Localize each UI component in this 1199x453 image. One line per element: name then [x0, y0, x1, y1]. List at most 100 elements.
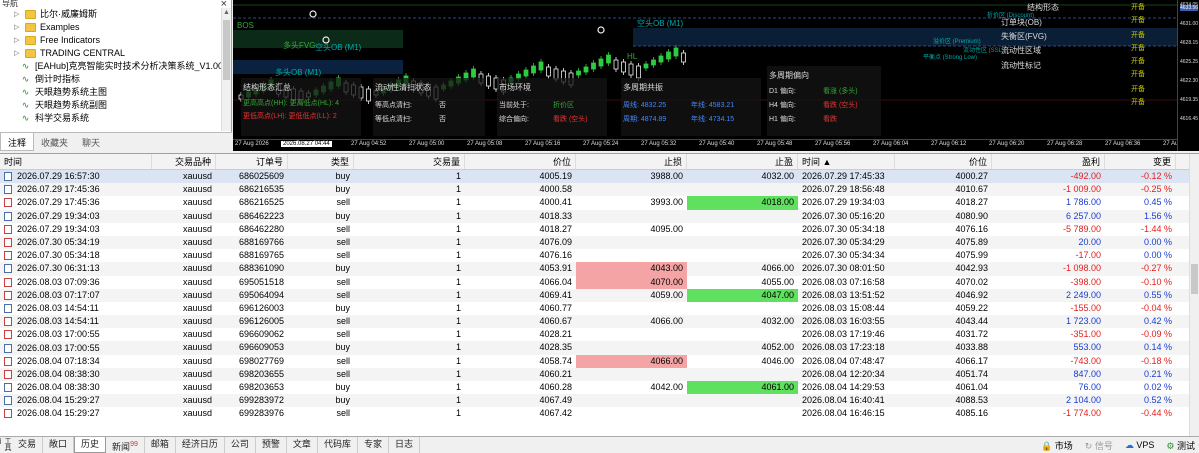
cell-type: sell	[336, 223, 350, 234]
label-premium: 溢价区 (Premium)	[933, 39, 981, 45]
toolbox-tab[interactable]: 预警	[256, 437, 287, 453]
cell-sl	[576, 302, 687, 315]
toolbox-tab[interactable]: 邮箱	[145, 437, 176, 453]
column-header[interactable]: 价位	[465, 154, 576, 169]
toolbox-tab[interactable]: 公司	[225, 437, 256, 453]
cell-time: 2026.08.03 07:09:36	[0, 276, 152, 289]
toolbox-tab[interactable]: 专家	[358, 437, 389, 453]
cell-tp: 4061.00	[687, 381, 798, 395]
column-header[interactable]: 盈利	[992, 154, 1105, 169]
nav-item-label: [EAHub]克亮智能实时技术分析决策系统_V1.00	[35, 61, 224, 71]
cell-ticket: 696126003	[238, 302, 284, 313]
toolbox-tab[interactable]: 敞口	[43, 437, 75, 453]
navigator-tabs: 注释 收藏夹 聊天	[0, 132, 232, 151]
scroll-up-icon[interactable]: ▲	[222, 8, 231, 18]
cell-price: 4060.28	[539, 382, 572, 392]
cell-change: -0.04 %	[1140, 302, 1172, 313]
expand-icon[interactable]: ▷	[14, 47, 22, 60]
toolbox-tab[interactable]: 日志	[389, 437, 420, 453]
nav-folder[interactable]: ▷ Free Indicators	[0, 34, 231, 47]
toolbox-tab[interactable]: 交易	[12, 437, 44, 453]
table-row[interactable]: 2026.08.04 15:29:27 xauusd 699283972 buy 1 40…	[0, 394, 1199, 408]
table-row[interactable]: 2026.08.04 08:38:30 xauusd 698203655 sell 1 4…	[0, 367, 1199, 381]
cell-price: 4005.19	[539, 171, 572, 181]
column-header[interactable]: 止盈	[687, 154, 798, 169]
table-row[interactable]: 2026.08.03 17:00:55 xauusd 696609053 buy 1 40…	[0, 341, 1199, 355]
toolbox-tab[interactable]: 经济日历	[176, 437, 225, 453]
column-header[interactable]: 止损	[576, 154, 687, 169]
cell-change: 0.21 %	[1143, 368, 1172, 379]
table-row[interactable]: 2026.07.30 05:34:18 xauusd 688169765 sell 1 4…	[0, 249, 1199, 262]
nav-indicator[interactable]: ∿ [EAHub]克亮智能实时技术分析决策系统_V1.00	[0, 60, 231, 73]
column-header[interactable]: 订单号	[216, 154, 288, 169]
cell-close-time: 2026.08.04 07:48:47	[802, 355, 885, 366]
open-label: 开备	[1131, 71, 1145, 78]
trade-icon	[4, 343, 12, 353]
table-row[interactable]: 2026.07.30 06:31:13 xauusd 688361090 buy 1 40…	[0, 262, 1199, 276]
toolbox-tab[interactable]: 文章	[287, 437, 318, 453]
cell-change: -0.10 %	[1140, 276, 1172, 287]
toolbox-tab[interactable]: 新闻99	[106, 437, 145, 453]
cell-price: 4067.49	[539, 395, 572, 406]
expand-icon[interactable]: ▷	[14, 21, 22, 34]
table-row[interactable]: 2026.08.03 17:00:55 xauusd 696609062 sell 1 4…	[0, 328, 1199, 341]
cell-sl	[576, 183, 687, 196]
cell-ticket: 695051518	[238, 276, 284, 287]
nav-folder[interactable]: ▷ Examples	[0, 21, 231, 34]
legend-liq-mark: 流动性标记	[1001, 61, 1041, 70]
vps-status[interactable]: ☁ VPS	[1125, 440, 1155, 451]
table-row[interactable]: 2026.07.29 19:34:03 xauusd 686462280 sell 1 4…	[0, 223, 1199, 236]
time-tick: 27 Aug 05:40	[699, 141, 735, 147]
column-header[interactable]: 交易量	[354, 154, 465, 169]
toolbox-tab[interactable]: 历史	[74, 437, 107, 453]
navigator-tab[interactable]: 注释	[0, 133, 35, 151]
nav-folder[interactable]: ▷ TRADING CENTRAL	[0, 47, 231, 60]
table-row[interactable]: 2026.08.04 15:29:27 xauusd 699283976 sell 1 4…	[0, 407, 1199, 420]
column-header[interactable]: 价位	[895, 154, 992, 169]
navigator-scrollbar[interactable]: ▲	[221, 8, 231, 131]
nav-indicator[interactable]: ∿ 倒计时指标	[0, 73, 231, 86]
cell-change: -0.09 %	[1140, 329, 1172, 340]
market-status[interactable]: 🔒 市场	[1041, 439, 1073, 452]
table-row[interactable]: 2026.07.29 17:45:36 xauusd 686216525 sell 1 4…	[0, 196, 1199, 210]
nav-indicator[interactable]: ∿ 天眼趋势系统副图	[0, 99, 231, 112]
expand-icon[interactable]: ▷	[14, 8, 22, 21]
liq-row-1-key: 等高点清扫:	[375, 102, 412, 109]
tester-status[interactable]: ⚙ 测试	[1166, 439, 1195, 452]
table-scrollbar[interactable]	[1189, 154, 1199, 437]
table-row[interactable]: 2026.07.29 16:57:30 xauusd 686025609 buy 1 40…	[0, 170, 1199, 184]
navigator-tab[interactable]: 聊天	[75, 133, 107, 151]
table-row[interactable]: 2026.08.04 08:38:30 xauusd 698203653 buy 1 40…	[0, 381, 1199, 395]
price-chart[interactable]: BOS 多头FVG 空头OB (M1) 多头OB (M1) 空头OB (M1) …	[233, 0, 1199, 151]
candle-body	[673, 47, 679, 57]
table-row[interactable]: 2026.08.03 07:17:07 xauusd 695064094 sell 1 4…	[0, 288, 1199, 302]
nav-indicator[interactable]: ∿ 科学交易系统	[0, 112, 231, 125]
cell-time-text: 2026.07.29 19:34:03	[17, 210, 100, 221]
cell-change: 0.55 %	[1143, 289, 1172, 300]
expand-icon[interactable]: ▷	[14, 34, 22, 47]
column-header[interactable]: 变更	[1105, 154, 1176, 169]
table-row[interactable]: 2026.08.03 14:54:11 xauusd 696126005 sell 1 4…	[0, 315, 1199, 329]
table-row[interactable]: 2026.08.04 07:18:34 xauusd 698027769 sell 1 4…	[0, 354, 1199, 368]
navigator-tab[interactable]: 收藏夹	[34, 133, 75, 151]
signal-status[interactable]: ↻ 信号	[1085, 439, 1113, 452]
column-header[interactable]: 类型	[288, 154, 354, 169]
cell-close-price: 4042.93	[955, 263, 988, 274]
nav-indicator[interactable]: ∿ 天眼趋势系统主图	[0, 86, 231, 99]
table-row[interactable]: 2026.07.29 19:34:03 xauusd 686462223 buy 1 40…	[0, 209, 1199, 223]
table-row[interactable]: 2026.07.29 17:45:36 xauusd 686216535 buy 1 40…	[0, 183, 1199, 197]
scroll-thumb[interactable]	[223, 20, 230, 80]
table-row[interactable]: 2026.08.03 07:09:36 xauusd 695051518 sell 1 4…	[0, 275, 1199, 289]
cell-sl: 4043.00	[576, 262, 687, 276]
table-row[interactable]: 2026.08.03 14:54:11 xauusd 696126003 buy 1 40…	[0, 302, 1199, 315]
toolbox-tab[interactable]: 代码库	[318, 437, 358, 453]
table-row[interactable]: 2026.07.30 05:34:19 xauusd 688169766 sell 1 4…	[0, 235, 1199, 250]
liquidity-panel: 流动性清扫状态 等高点清扫: 否 等低点清扫: 否	[373, 78, 485, 136]
column-header[interactable]: 时间	[0, 154, 152, 169]
column-header[interactable]: 交易品种	[152, 154, 216, 169]
toolbox-tab-label: 新闻	[112, 442, 131, 452]
nav-folder[interactable]: ▷ 比尔·威廉姆斯	[0, 8, 231, 21]
scroll-thumb[interactable]	[1191, 264, 1198, 294]
cell-ticket: 686462280	[238, 223, 284, 234]
column-header[interactable]: 时间 ▲	[798, 154, 895, 169]
